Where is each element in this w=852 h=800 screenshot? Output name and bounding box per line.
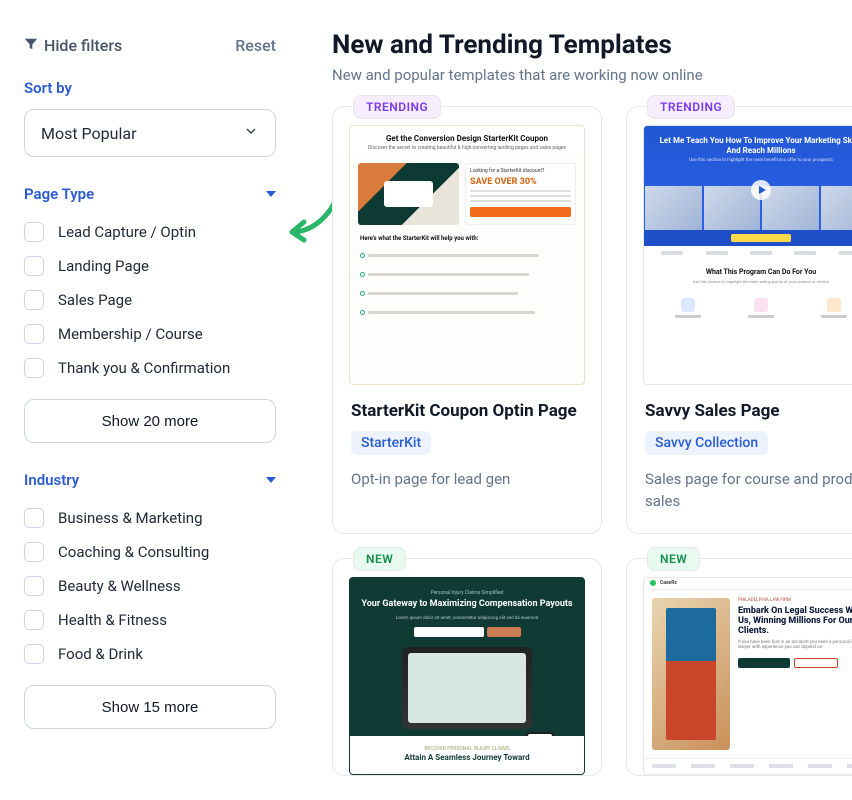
filter-icon	[24, 36, 38, 55]
checkbox[interactable]	[24, 256, 44, 276]
template-desc: Sales page for course and product sales	[645, 469, 852, 513]
template-card[interactable]: TRENDING Let Me Teach You How To Improve…	[626, 106, 852, 534]
chevron-down-icon	[243, 123, 259, 143]
checkbox-row[interactable]: Thank you & Confirmation	[24, 351, 276, 385]
thumb-sub: If you have been hurt in an accident you…	[738, 640, 852, 652]
thumb-section-title: Attain A Seamless Journey Toward	[404, 754, 529, 763]
filter-group-industry: Industry Business & Marketing Coaching &…	[24, 471, 276, 729]
thumb-section-tag: RECOVER PERSONAL INJURY CLAIMS	[424, 746, 509, 752]
sort-label: Sort by	[24, 79, 276, 97]
badge-trending: TRENDING	[647, 95, 735, 119]
thumb-promo-big: SAVE OVER 30%	[470, 177, 571, 187]
checkbox[interactable]	[24, 610, 44, 630]
template-title: Savvy Sales Page	[645, 401, 852, 421]
filter-group-page-type: Page Type Lead Capture / Optin Landing P…	[24, 185, 276, 443]
card-row: TRENDING Get the Conversion Design Start…	[332, 106, 852, 534]
thumb-promo-label: Looking for a StarterKit discount?	[470, 168, 571, 174]
template-thumbnail: Let Me Teach You How To Improve Your Mar…	[643, 125, 852, 385]
thumb-headline: Let Me Teach You How To Improve Your Mar…	[654, 136, 852, 155]
filter-sidebar: Hide filters Reset Sort by Most Popular …	[0, 0, 300, 800]
badge-trending: TRENDING	[353, 95, 441, 119]
template-thumbnail: Get the Conversion Design StarterKit Cou…	[349, 125, 585, 385]
checkbox-label: Membership / Course	[58, 325, 203, 343]
thumb-sub: Use this section to highlight the main b…	[654, 158, 852, 163]
page-subtitle: New and popular templates that are worki…	[332, 66, 852, 84]
checkbox-label: Health & Fitness	[58, 611, 167, 629]
checkbox[interactable]	[24, 222, 44, 242]
checkbox[interactable]	[24, 576, 44, 596]
template-card[interactable]: NEW Personal Injury Claims Simplified Yo…	[332, 558, 602, 776]
checkbox-label: Landing Page	[58, 257, 149, 275]
template-card[interactable]: NEW CaseRx PHILADELPHIA LAW FIRM Embark …	[626, 558, 852, 776]
checkbox-row[interactable]: Health & Fitness	[24, 603, 276, 637]
show-more-page-type[interactable]: Show 20 more	[24, 399, 276, 443]
hide-filters-label: Hide filters	[44, 36, 122, 55]
thumb-brand: CaseRx	[660, 580, 677, 586]
thumb-section-sub: Use this section to highlight the main s…	[652, 279, 852, 284]
checkbox-row[interactable]: Business & Marketing	[24, 501, 276, 535]
checkbox-row[interactable]: Beauty & Wellness	[24, 569, 276, 603]
template-thumbnail: CaseRx PHILADELPHIA LAW FIRM Embark On L…	[643, 577, 852, 775]
checkbox-label: Beauty & Wellness	[58, 577, 181, 595]
sort-selected: Most Popular	[41, 124, 137, 143]
page-type-header[interactable]: Page Type	[24, 185, 276, 203]
caret-down-icon	[266, 477, 276, 483]
checkbox-label: Coaching & Consulting	[58, 543, 209, 561]
reset-button[interactable]: Reset	[235, 36, 276, 55]
thumb-sub: Discover the secret to creating beautifu…	[360, 145, 574, 151]
main-content: New and Trending Templates New and popul…	[300, 0, 852, 800]
thumb-tag: Personal Injury Claims Simplified	[431, 590, 504, 596]
collection-tag[interactable]: StarterKit	[351, 431, 431, 455]
checkbox[interactable]	[24, 358, 44, 378]
filter-header: Hide filters Reset	[24, 36, 276, 55]
checkbox-label: Food & Drink	[58, 645, 143, 663]
thumb-headline: Embark On Legal Success With Us, Winning…	[738, 606, 852, 637]
template-thumbnail: Personal Injury Claims Simplified Your G…	[349, 577, 585, 775]
template-card[interactable]: TRENDING Get the Conversion Design Start…	[332, 106, 602, 534]
thumb-sub: Lorem ipsum dolor sit amet, consectetur …	[396, 616, 539, 621]
badge-new: NEW	[647, 547, 700, 571]
template-desc: Opt-in page for lead gen	[351, 469, 583, 491]
checkbox[interactable]	[24, 542, 44, 562]
thumb-section-title: What This Program Can Do For You	[652, 268, 852, 276]
checkbox[interactable]	[24, 508, 44, 528]
checkbox-row[interactable]: Landing Page	[24, 249, 276, 283]
thumb-cta	[470, 207, 571, 217]
industry-label: Industry	[24, 471, 79, 489]
industry-header[interactable]: Industry	[24, 471, 276, 489]
badge-new: NEW	[353, 547, 406, 571]
thumb-headline: Get the Conversion Design StarterKit Cou…	[360, 134, 574, 143]
checkbox[interactable]	[24, 290, 44, 310]
sort-dropdown[interactable]: Most Popular	[24, 109, 276, 157]
checkbox-label: Sales Page	[58, 291, 132, 309]
checkbox[interactable]	[24, 644, 44, 664]
hide-filters-button[interactable]: Hide filters	[24, 36, 122, 55]
caret-down-icon	[266, 191, 276, 197]
show-more-industry[interactable]: Show 15 more	[24, 685, 276, 729]
checkbox-row[interactable]: Membership / Course	[24, 317, 276, 351]
checkbox-label: Thank you & Confirmation	[58, 359, 230, 377]
checkbox-row[interactable]: Coaching & Consulting	[24, 535, 276, 569]
checkbox-row[interactable]: Lead Capture / Optin	[24, 215, 276, 249]
checkbox-label: Business & Marketing	[58, 509, 203, 527]
collection-tag[interactable]: Savvy Collection	[645, 431, 768, 455]
page-title: New and Trending Templates	[332, 30, 852, 60]
thumb-list-title: Here's what the StarterKit will help you…	[360, 235, 574, 242]
checkbox-row[interactable]: Sales Page	[24, 283, 276, 317]
thumb-marker: PHILADELPHIA LAW FIRM	[738, 598, 852, 603]
page-type-label: Page Type	[24, 185, 94, 203]
play-icon	[751, 180, 771, 200]
thumb-headline: Your Gateway to Maximizing Compensation …	[361, 599, 572, 610]
checkbox[interactable]	[24, 324, 44, 344]
template-title: StarterKit Coupon Optin Page	[351, 401, 583, 421]
checkbox-row[interactable]: Food & Drink	[24, 637, 276, 671]
thumb-cta	[731, 234, 791, 242]
checkbox-label: Lead Capture / Optin	[58, 223, 196, 241]
card-row: NEW Personal Injury Claims Simplified Yo…	[332, 558, 852, 776]
